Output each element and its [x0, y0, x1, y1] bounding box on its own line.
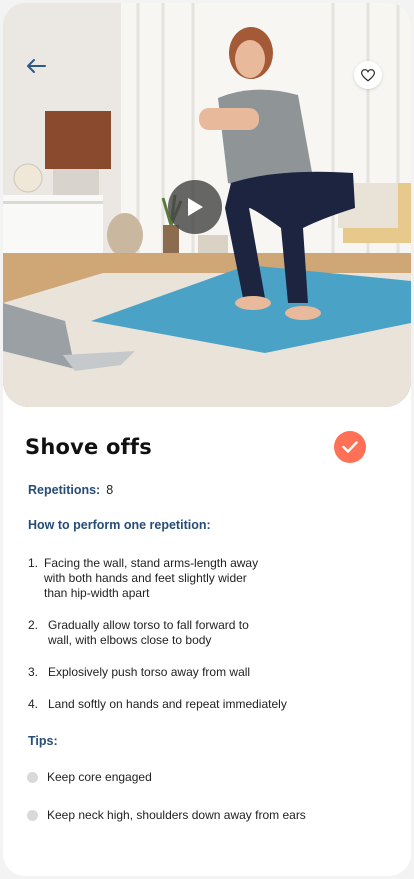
heart-icon — [361, 68, 375, 81]
play-icon — [188, 198, 203, 216]
step-1: 1. Facing the wall, stand arms-length aw… — [28, 556, 258, 601]
step-text: Facing the wall, stand arms-length away — [44, 556, 259, 570]
repetitions-value: 8 — [106, 483, 114, 497]
exercise-title: Shove offs — [25, 435, 152, 459]
mark-complete-button[interactable] — [334, 431, 366, 463]
repetitions-label: Repetitions: — [28, 483, 101, 497]
exercise-card: Shove offs Repetitions: 8 How to perform … — [3, 3, 411, 876]
play-button[interactable] — [168, 180, 222, 234]
step-number: 4. — [28, 697, 39, 711]
back-button[interactable] — [21, 51, 51, 81]
tip-text: Keep neck high, shoulders down away from… — [47, 808, 306, 822]
bullet-icon — [27, 809, 38, 821]
tip-item: Keep neck high, shoulders down away from… — [27, 808, 306, 822]
exercise-video[interactable] — [3, 3, 411, 407]
tip-text: Keep core engaged — [47, 770, 152, 784]
repetitions: Repetitions: 8 — [28, 483, 113, 497]
step-number: 2. — [28, 618, 39, 632]
favorite-button[interactable] — [354, 61, 382, 89]
tips-heading: Tips: — [28, 734, 58, 748]
check-icon — [342, 441, 358, 453]
how-to-heading: How to perform one repetition: — [28, 518, 211, 532]
tip-item: Keep core engaged — [27, 770, 152, 784]
step-text: wall, with elbows close to body — [48, 633, 212, 647]
step-number: 1. — [28, 556, 39, 570]
step-text: than hip-width apart — [44, 586, 150, 600]
bullet-icon — [27, 771, 38, 783]
step-3: 3. Explosively push torso away from wall — [28, 665, 250, 680]
arrow-left-icon — [27, 59, 46, 73]
step-text: Explosively push torso away from wall — [48, 665, 251, 679]
step-number: 3. — [28, 665, 39, 679]
step-text: Land softly on hands and repeat immediat… — [48, 697, 287, 711]
step-text: Gradually allow torso to fall forward to — [48, 618, 249, 632]
step-text: with both hands and feet slightly wider — [44, 571, 247, 585]
step-2: 2. Gradually allow torso to fall forward… — [28, 618, 249, 648]
step-4: 4. Land softly on hands and repeat immed… — [28, 697, 287, 712]
